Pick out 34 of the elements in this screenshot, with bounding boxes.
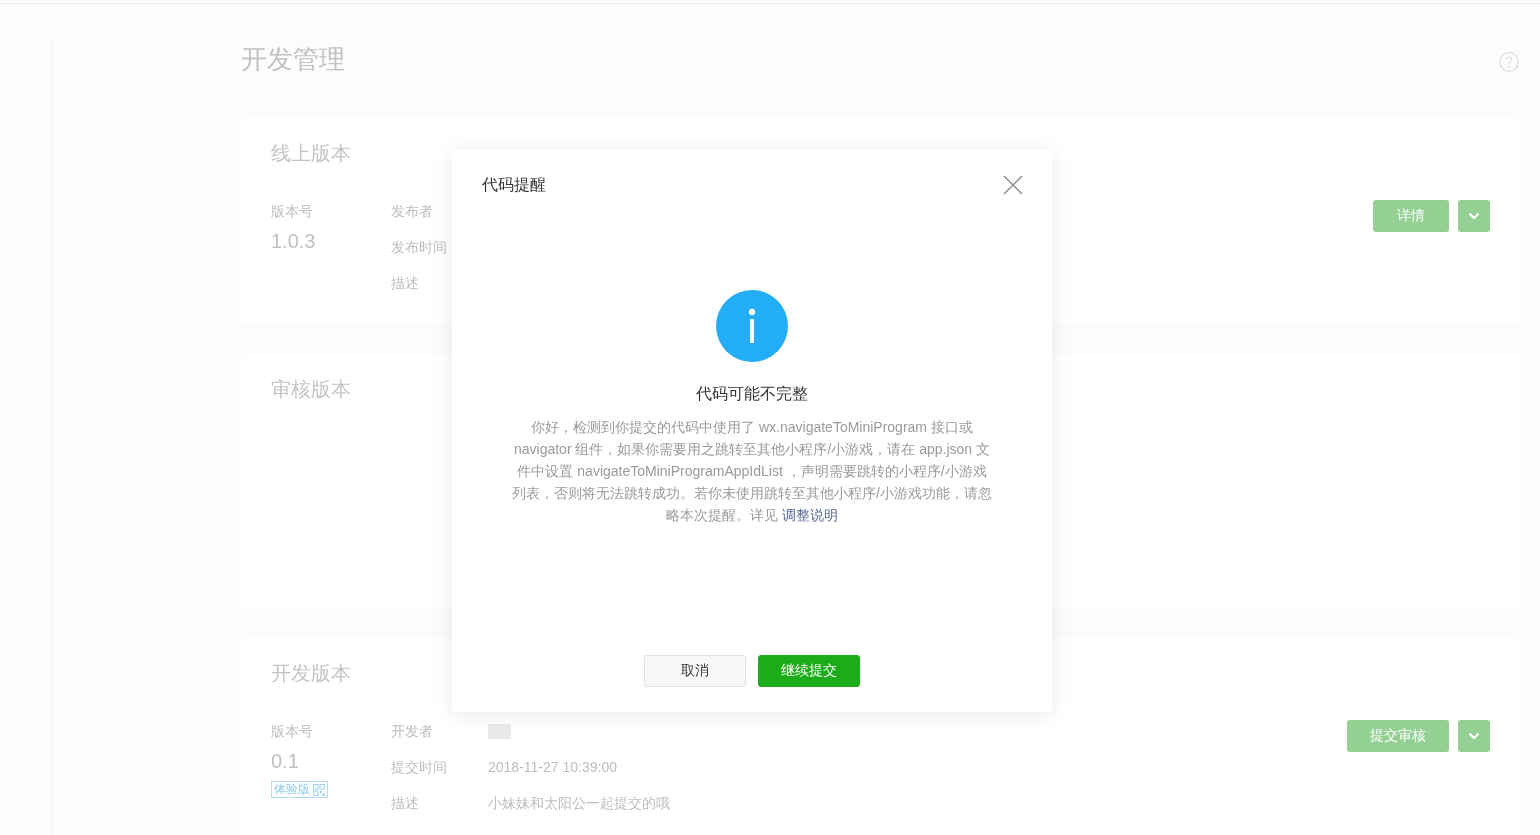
action-button[interactable]: 提交审核	[1347, 720, 1449, 752]
field-label: 版本号	[271, 202, 313, 221]
dialog-message: 你好，检测到你提交的代码中使用了 wx.navigateToMiniProgram 接口或 navigator 组件，如果你需要用之跳转至其他小程序/小游戏，请在 app.json 文件中设置 navigateToMiniProgramAppIdList ，声明需要跳转的小程序/小游戏列表，否则将无法跳转成功。若你未使用跳转至其他小程序/小游戏功能，请忽略本次提醒。详见 调整说明	[512, 418, 992, 525]
dialog-heading: 代码可能不完整	[696, 384, 808, 404]
chevron-down-icon	[1468, 212, 1480, 220]
action-button[interactable]: 详情	[1373, 200, 1449, 232]
card-title: 审核版本	[271, 377, 351, 402]
help-icon[interactable]	[1499, 52, 1519, 72]
version-number: 1.0.3	[271, 229, 316, 254]
trial-version-tag[interactable]: 体验版	[271, 781, 328, 798]
close-icon	[1003, 175, 1023, 195]
field-label: 描述	[391, 274, 419, 293]
field-label: 发布时间	[391, 238, 447, 257]
guide-link[interactable]: 调整说明	[782, 507, 838, 523]
card-title: 线上版本	[271, 141, 351, 166]
card-title: 开发版本	[271, 661, 351, 686]
field-label: 描述	[391, 794, 419, 813]
field-label: 开发者	[391, 722, 433, 741]
dropdown-button[interactable]	[1458, 720, 1490, 752]
continue-button[interactable]: 继续提交	[758, 655, 860, 687]
close-button[interactable]	[1003, 175, 1023, 195]
field-value: 2018-11-27 10:39:00	[488, 758, 617, 777]
info-icon	[716, 290, 788, 362]
dropdown-button[interactable]	[1458, 200, 1490, 232]
field-label: 提交时间	[391, 758, 447, 777]
cancel-button[interactable]: 取消	[644, 655, 746, 687]
field-value: 小妹妹和太阳公一起提交的哦	[488, 794, 670, 813]
dialog-title: 代码提醒	[482, 174, 546, 195]
chevron-down-icon	[1468, 732, 1480, 740]
qr-code-icon	[313, 783, 325, 796]
field-label: 发布者	[391, 202, 433, 221]
field-label: 版本号	[271, 722, 313, 741]
page-title: 开发管理	[241, 43, 345, 76]
version-number: 0.1	[271, 749, 299, 774]
